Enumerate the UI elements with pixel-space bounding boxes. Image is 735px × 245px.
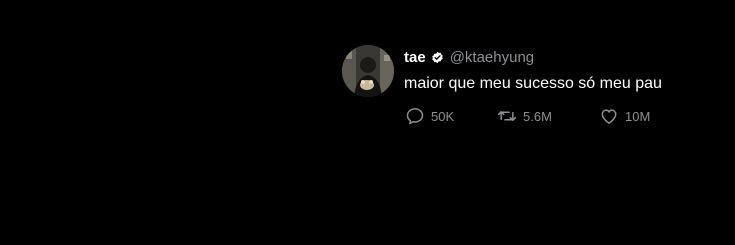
like-button[interactable]: 10M (599, 106, 650, 126)
user-handle[interactable]: @ktaehyung (450, 49, 534, 66)
retweet-icon (497, 106, 517, 126)
tweet-card[interactable]: tae @ktaehyung maior que meu sucesso só … (342, 44, 722, 134)
retweet-count: 5.6M (523, 108, 552, 124)
retweet-button[interactable]: 5.6M (497, 106, 599, 126)
display-name[interactable]: tae (404, 49, 426, 66)
tweet-actions: 50K 5.6M 10M (405, 106, 650, 126)
verified-badge-icon (431, 51, 444, 64)
tweet-header: tae @ktaehyung (404, 47, 534, 67)
reply-icon (405, 106, 425, 126)
reply-count: 50K (431, 108, 455, 124)
tweet-text: maior que meu sucesso só meu pau (404, 75, 662, 92)
avatar[interactable] (342, 45, 394, 97)
like-count: 10M (625, 108, 651, 124)
heart-icon (599, 106, 619, 126)
reply-button[interactable]: 50K (405, 106, 497, 126)
